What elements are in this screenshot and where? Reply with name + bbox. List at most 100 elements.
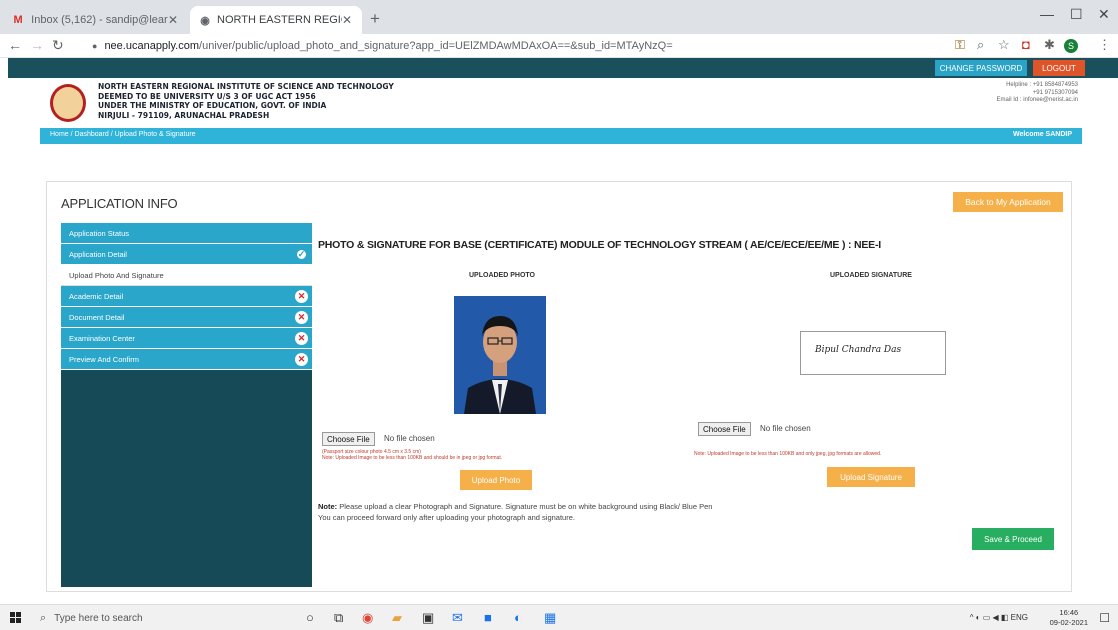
sidebar-item-label: Academic Detail [69,292,124,301]
app-icon[interactable]: ■ [484,610,492,625]
upload-photo-button[interactable]: Upload Photo [460,470,532,490]
maximize-icon[interactable]: ☐ [1070,6,1083,23]
institute-subtitle: UNDER THE MINISTRY OF EDUCATION, GOVT. O… [98,101,327,110]
signature-heading: UPLOADED SIGNATURE [830,272,912,279]
note-line: Please upload a clear Photograph and Sig… [339,502,713,511]
change-password-button[interactable]: CHANGE PASSWORD [935,60,1027,76]
notification-icon[interactable]: ☐ [1099,611,1110,625]
error-icon: ✕ [295,311,308,324]
key-icon[interactable]: ⚿ [955,37,965,53]
clock-time: 16:46 [1059,608,1079,617]
url-path: /univer/public/upload_photo_and_signatur… [199,40,673,52]
signature-image: Bipul Chandra Das [815,345,902,355]
photo-note: (Passport size colour photo 4.5 cm x 3.5… [322,449,502,461]
windows-start-icon[interactable] [10,612,22,624]
tab-nerist[interactable]: ◉ NORTH EASTERN REGIONAL INS ✕ [190,6,362,34]
sidebar-item-upload-photo[interactable]: Upload Photo And Signature [61,265,312,286]
institute-logo [50,84,86,122]
edge-icon[interactable]: ◐ [514,610,522,625]
reload-icon[interactable]: ↻ [52,37,64,54]
tab-title: NORTH EASTERN REGIONAL INS [217,14,342,26]
uploaded-signature: Bipul Chandra Das [800,331,946,375]
back-to-application-button[interactable]: Back to My Application [953,192,1063,212]
forward-icon[interactable]: → [30,37,44,53]
taskbar-search[interactable]: ⌕ Type here to search [40,609,290,627]
task-view-icon[interactable]: ⧉ [334,610,343,626]
error-icon: ✕ [295,290,308,303]
sidebar-item-label: Application Status [69,229,130,238]
welcome-text: Welcome SANDIP [1013,131,1072,138]
breadcrumb-dashboard[interactable]: Dashboard [75,131,109,138]
choose-photo-file-button[interactable]: Choose File [322,432,375,446]
new-tab-button[interactable]: + [370,9,380,29]
close-tab-icon[interactable]: ✕ [168,13,178,27]
url-input[interactable]: ● nee.ucanapply.com /univer/public/uploa… [92,36,927,56]
photo-format-note: Note: Uploaded Image to be less than 100… [322,455,503,461]
upload-content: PHOTO & SIGNATURE FOR BASE (CERTIFICATE)… [312,223,1063,587]
taskbar: ⌕ Type here to search ○ ⧉ ◉ ▰ ▣ ✉ ■ ◐ ▦ … [0,604,1118,630]
upload-signature-button[interactable]: Upload Signature [827,467,915,487]
close-tab-icon[interactable]: ✕ [342,13,352,27]
photo-file-status: No file chosen [384,434,435,443]
breadcrumb: Home / Dashboard / Upload Photo & Signat… [40,128,1082,144]
clock[interactable]: 16:46 09-02-2021 [1050,608,1088,628]
sidebar-item-examination-center[interactable]: Examination Center ✕ [61,328,312,349]
photos-icon[interactable]: ▦ [544,610,556,626]
uploaded-photo [454,296,546,414]
sidebar-item-preview-confirm[interactable]: Preview And Confirm ✕ [61,349,312,370]
signature-file-status: No file chosen [760,424,811,433]
page-title: APPLICATION INFO [61,196,178,211]
minimize-icon[interactable]: — [1040,6,1054,22]
note-label: Note: [318,502,338,511]
site-header: NORTH EASTERN REGIONAL INSTITUTE OF SCIE… [8,78,1118,128]
helpline: Helpline : +91 8584874953 [1006,82,1078,88]
star-icon[interactable]: ☆ [998,37,1010,53]
tab-gmail[interactable]: M Inbox (5,162) - sandip@learning ✕ [2,6,188,34]
chrome-icon[interactable]: ◉ [362,610,373,626]
lock-icon: ● [92,41,98,51]
note-line: You can proceed forward only after uploa… [318,512,575,522]
mail-icon[interactable]: ✉ [452,610,463,626]
choose-signature-file-button[interactable]: Choose File [698,422,751,436]
search-icon: ⌕ [40,611,47,624]
tab-title: Inbox (5,162) - sandip@learning [31,14,168,26]
breadcrumb-home[interactable]: Home [50,131,69,138]
sidebar-item-label: Document Detail [69,313,125,322]
store-icon[interactable]: ▣ [422,610,434,626]
institute-subtitle: DEEMED TO BE UNIVERSITY U/S 3 OF UGC ACT… [98,91,316,101]
logout-button[interactable]: LOGOUT [1033,60,1085,76]
sidebar: Application Status Application Detail ✓ … [61,223,312,587]
sidebar-item-application-detail[interactable]: Application Detail ✓ [61,244,312,265]
tray-icons[interactable]: ^ ◐ ▭ ◀ ◧ [970,613,1011,622]
zoom-icon[interactable]: ⌕ [977,37,984,53]
contact-info: Helpline : +91 8584874953 +91 9715307094… [997,82,1078,105]
cortana-icon[interactable]: ○ [306,610,314,625]
photo-image [454,296,546,414]
sidebar-item-label: Application Detail [69,250,127,259]
extension-icon[interactable]: ◘ [1022,37,1030,52]
sidebar-item-label: Preview And Confirm [69,355,140,364]
back-icon[interactable]: ← [8,37,22,53]
institute-name: NORTH EASTERN REGIONAL INSTITUTE OF SCIE… [98,82,394,120]
search-placeholder: Type here to search [54,612,143,624]
sidebar-item-academic-detail[interactable]: Academic Detail ✕ [61,286,312,307]
breadcrumb-current: Upload Photo & Signature [114,131,196,138]
photo-heading: UPLOADED PHOTO [469,272,535,279]
file-explorer-icon[interactable]: ▰ [392,610,402,626]
puzzle-icon[interactable]: ✱ [1044,37,1055,53]
system-tray: ^ ◐ ▭ ◀ ◧ ENG [970,613,1028,622]
profile-avatar[interactable]: S [1064,39,1078,53]
menu-icon[interactable]: ⋮ [1098,37,1111,53]
close-window-icon[interactable]: ✕ [1098,6,1110,23]
instructions-note: Note: Please upload a clear Photograph a… [318,502,712,523]
language-indicator[interactable]: ENG [1011,613,1028,622]
institute-address: NIRJULI - 791109, ARUNACHAL PRADESH [98,110,270,120]
sidebar-item-application-status[interactable]: Application Status [61,223,312,244]
helpline: +91 9715307094 [1032,89,1078,96]
sidebar-item-document-detail[interactable]: Document Detail ✕ [61,307,312,328]
content-title: PHOTO & SIGNATURE FOR BASE (CERTIFICATE)… [318,239,881,251]
check-icon: ✓ [295,248,308,261]
save-proceed-button[interactable]: Save & Proceed [972,528,1054,550]
clock-date: 09-02-2021 [1049,618,1088,627]
gmail-icon: M [13,14,23,26]
